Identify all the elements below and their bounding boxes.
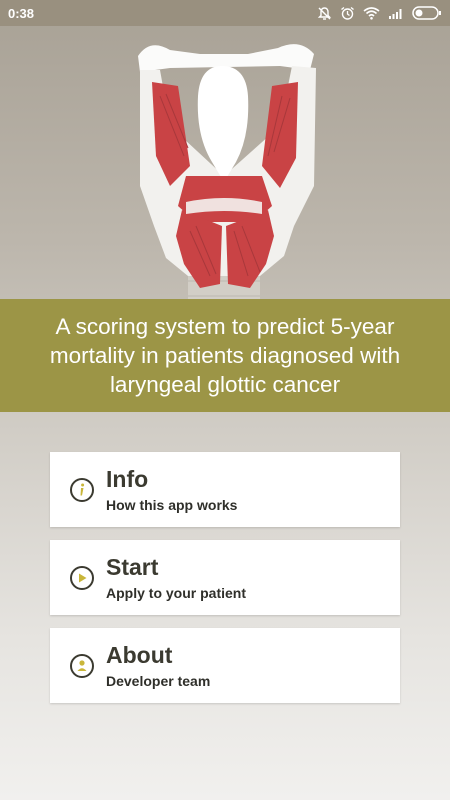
status-icons: [317, 6, 442, 21]
info-icon: [69, 477, 95, 503]
battery-icon: [412, 6, 442, 20]
start-button[interactable]: Start Apply to your patient: [50, 540, 400, 615]
about-card-text: About Developer team: [106, 642, 210, 688]
banner-text: A scoring system to predict 5-year morta…: [49, 313, 401, 398]
start-subtitle: Apply to your patient: [106, 584, 246, 601]
mute-bell-icon: [317, 6, 332, 21]
start-card-text: Start Apply to your patient: [106, 554, 246, 600]
wifi-icon: [363, 6, 380, 20]
status-bar: 0:38: [0, 0, 450, 26]
status-time: 0:38: [8, 5, 35, 21]
about-button[interactable]: About Developer team: [50, 628, 400, 703]
alarm-icon: [340, 6, 355, 21]
larynx-illustration: [0, 26, 450, 316]
person-icon: [69, 653, 95, 679]
about-subtitle: Developer team: [106, 672, 211, 689]
about-title: About: [106, 642, 173, 669]
info-card-text: Info How this app works: [106, 466, 237, 512]
description-banner: A scoring system to predict 5-year morta…: [0, 299, 450, 412]
info-title: Info: [106, 466, 149, 493]
info-subtitle: How this app works: [106, 496, 238, 513]
info-button[interactable]: Info How this app works: [50, 452, 400, 527]
start-title: Start: [106, 554, 159, 581]
signal-icon: [388, 7, 404, 20]
play-icon: [69, 565, 95, 591]
